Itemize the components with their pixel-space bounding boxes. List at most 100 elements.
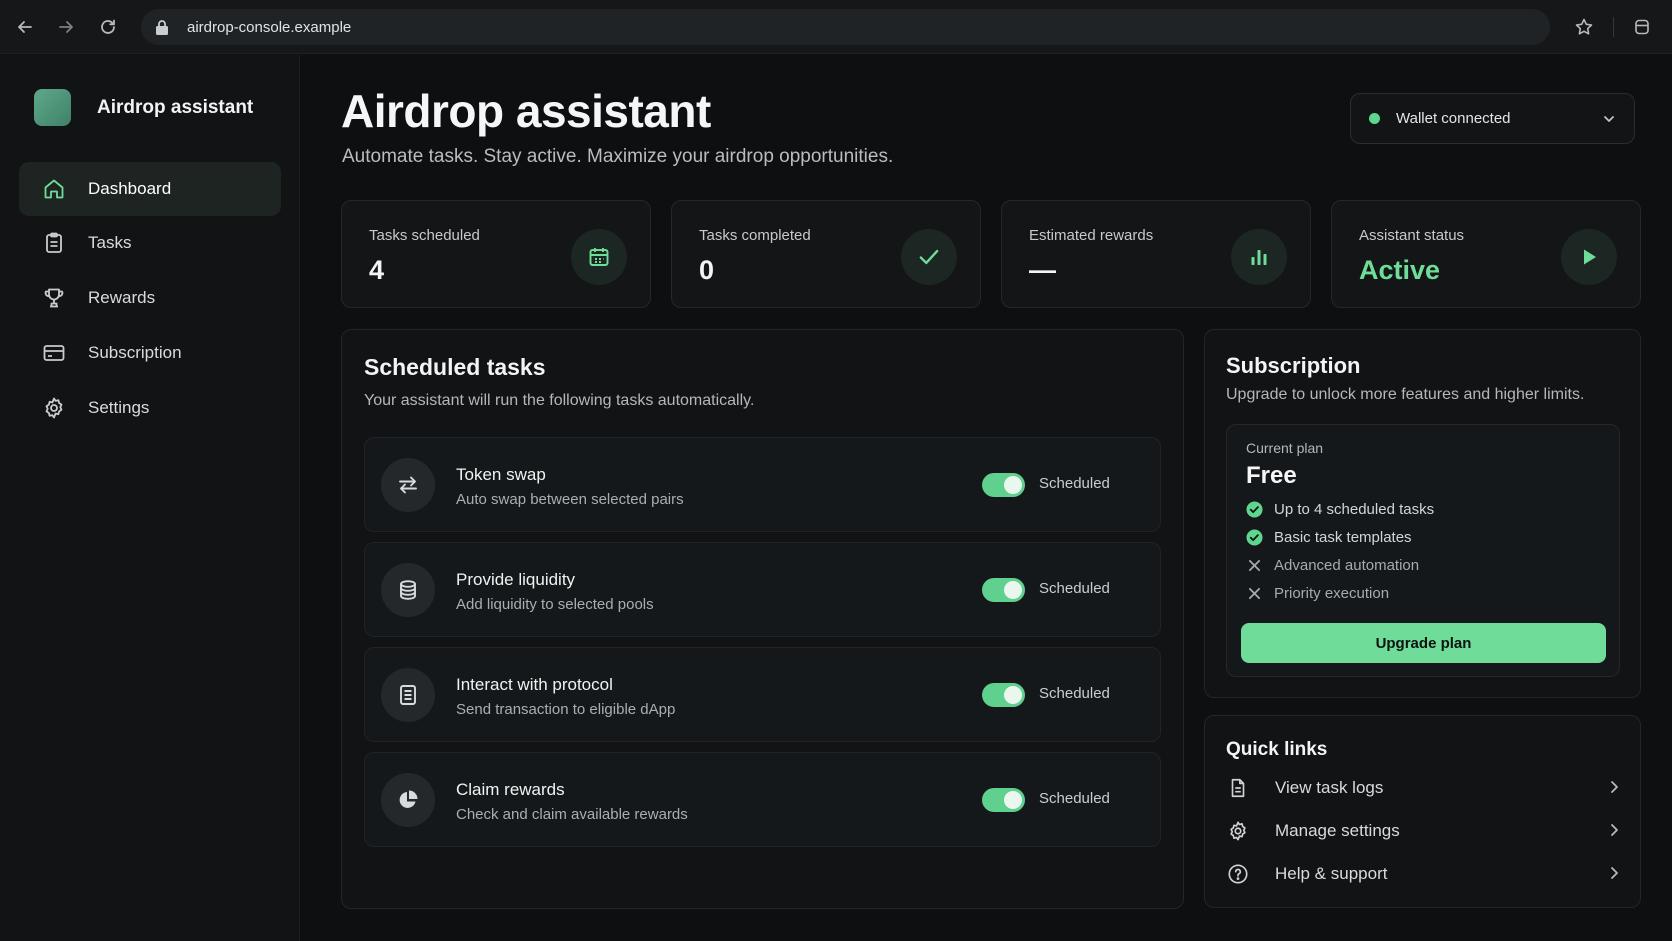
chevron-right-icon [1611,824,1618,836]
quick-link-label: Help & support [1275,864,1388,883]
task-toggle[interactable] [982,788,1025,812]
chevron-right-icon [1611,867,1618,879]
stat-card-assistant-status: Assistant status Active [1331,200,1641,308]
toolbar-divider [1613,17,1614,37]
upgrade-plan-button[interactable]: Upgrade plan [1241,623,1606,663]
chevron-right-icon [1611,781,1618,793]
quick-links-panel: Quick links View task logs Manage settin… [1204,715,1641,908]
task-row-claim-rewards: Claim rewards Check and claim available … [364,752,1161,847]
stat-label: Estimated rewards [1029,227,1154,244]
address-bar[interactable]: airdrop-console.example [141,9,1550,45]
arrow-right-icon [59,21,73,33]
current-plan-card: Current plan Free Up to 4 scheduled task… [1226,424,1620,677]
sidebar-item-label: Dashboard [88,179,172,198]
browser-toolbar: airdrop-console.example [0,0,1672,54]
gear-icon [1226,819,1250,843]
star-icon [1575,18,1593,35]
stat-value: Active [1359,255,1441,285]
sidebar-item-tasks[interactable]: Tasks [19,216,281,270]
sidebar-item-label: Rewards [88,288,156,307]
help-icon [1226,862,1250,886]
quick-link-label: Manage settings [1275,821,1400,840]
task-name: Provide liquidity [456,570,576,589]
brand-logo [34,89,71,126]
panel-title: Subscription [1226,353,1361,378]
feature-item: Priority execution [1246,585,1389,602]
x-icon [1246,585,1263,602]
reload-button[interactable] [94,13,122,41]
stat-label: Tasks completed [699,227,811,244]
check-icon [901,229,957,285]
task-row-interact-protocol: Interact with protocol Send transaction … [364,647,1161,742]
document-icon [381,668,435,722]
scheduled-tasks-panel: Scheduled tasks Your assistant will run … [341,329,1184,909]
bookmark-button[interactable] [1570,13,1598,41]
stat-value: 4 [369,255,385,285]
task-description: Check and claim available rewards [456,806,688,823]
task-row-token-swap: Token swap Auto swap between selected pa… [364,437,1161,532]
brand[interactable]: Airdrop assistant [34,89,253,126]
task-status: Scheduled [1039,475,1110,492]
toggle-knob [1004,476,1022,494]
clipboard-icon [41,230,67,256]
stat-label: Tasks scheduled [369,227,480,244]
task-status: Scheduled [1039,790,1110,807]
file-icon [1226,776,1250,800]
quick-link-manage-settings[interactable]: Manage settings [1226,811,1623,851]
panel-title: Scheduled tasks [364,354,546,380]
back-button[interactable] [11,13,39,41]
quick-link-task-logs[interactable]: View task logs [1226,768,1623,808]
feature-text: Up to 4 scheduled tasks [1274,501,1435,518]
task-status: Scheduled [1039,580,1110,597]
check-circle-icon [1246,529,1263,546]
sidebar-item-settings[interactable]: Settings [19,381,281,435]
trophy-icon [41,285,67,311]
feature-text: Basic task templates [1274,529,1412,546]
extensions-button[interactable] [1628,13,1656,41]
credit-card-icon [41,340,67,366]
page-subtitle: Automate tasks. Stay active. Maximize yo… [342,146,894,167]
feature-text: Advanced automation [1274,557,1420,574]
task-row-provide-liquidity: Provide liquidity Add liquidity to selec… [364,542,1161,637]
panel-subtitle: Upgrade to unlock more features and high… [1226,386,1585,403]
page-title: Airdrop assistant [341,85,711,137]
task-toggle[interactable] [982,578,1025,602]
forward-button[interactable] [52,13,80,41]
url-text: airdrop-console.example [187,18,352,36]
check-circle-icon [1246,501,1263,518]
task-toggle[interactable] [982,473,1025,497]
feature-item: Basic task templates [1246,529,1412,546]
x-icon [1246,557,1263,574]
stat-value: — [1029,255,1056,285]
subscription-panel: Subscription Upgrade to unlock more feat… [1204,329,1641,698]
reload-icon [101,19,115,34]
stat-card-estimated-rewards: Estimated rewards — [1001,200,1311,308]
feature-item: Up to 4 scheduled tasks [1246,501,1434,518]
task-toggle[interactable] [982,683,1025,707]
sidebar-item-rewards[interactable]: Rewards [19,271,281,325]
sidebar: Airdrop assistant Dashboard Tasks Reward… [0,55,300,941]
wallet-dropdown[interactable]: Wallet connected [1350,93,1635,144]
calendar-icon [571,229,627,285]
stat-card-tasks-scheduled: Tasks scheduled 4 [341,200,651,308]
panel-icon [1635,19,1649,35]
sidebar-item-dashboard[interactable]: Dashboard [19,162,281,216]
sidebar-item-label: Settings [88,398,150,417]
panel-title: Quick links [1226,739,1328,760]
database-icon [381,563,435,617]
feature-text: Priority execution [1274,585,1390,602]
task-description: Auto swap between selected pairs [456,491,684,508]
task-status: Scheduled [1039,685,1110,702]
task-description: Add liquidity to selected pools [456,596,654,613]
swap-icon [381,458,435,512]
chevron-down-icon [1604,116,1614,122]
task-name: Claim rewards [456,780,565,799]
status-dot [1369,113,1380,124]
quick-link-label: View task logs [1275,778,1384,797]
brand-name: Airdrop assistant [97,96,254,118]
plan-name: Free [1246,462,1297,489]
quick-link-help-support[interactable]: Help & support [1226,854,1623,894]
pie-chart-icon [381,773,435,827]
sidebar-item-subscription[interactable]: Subscription [19,326,281,380]
task-name: Token swap [456,465,546,484]
